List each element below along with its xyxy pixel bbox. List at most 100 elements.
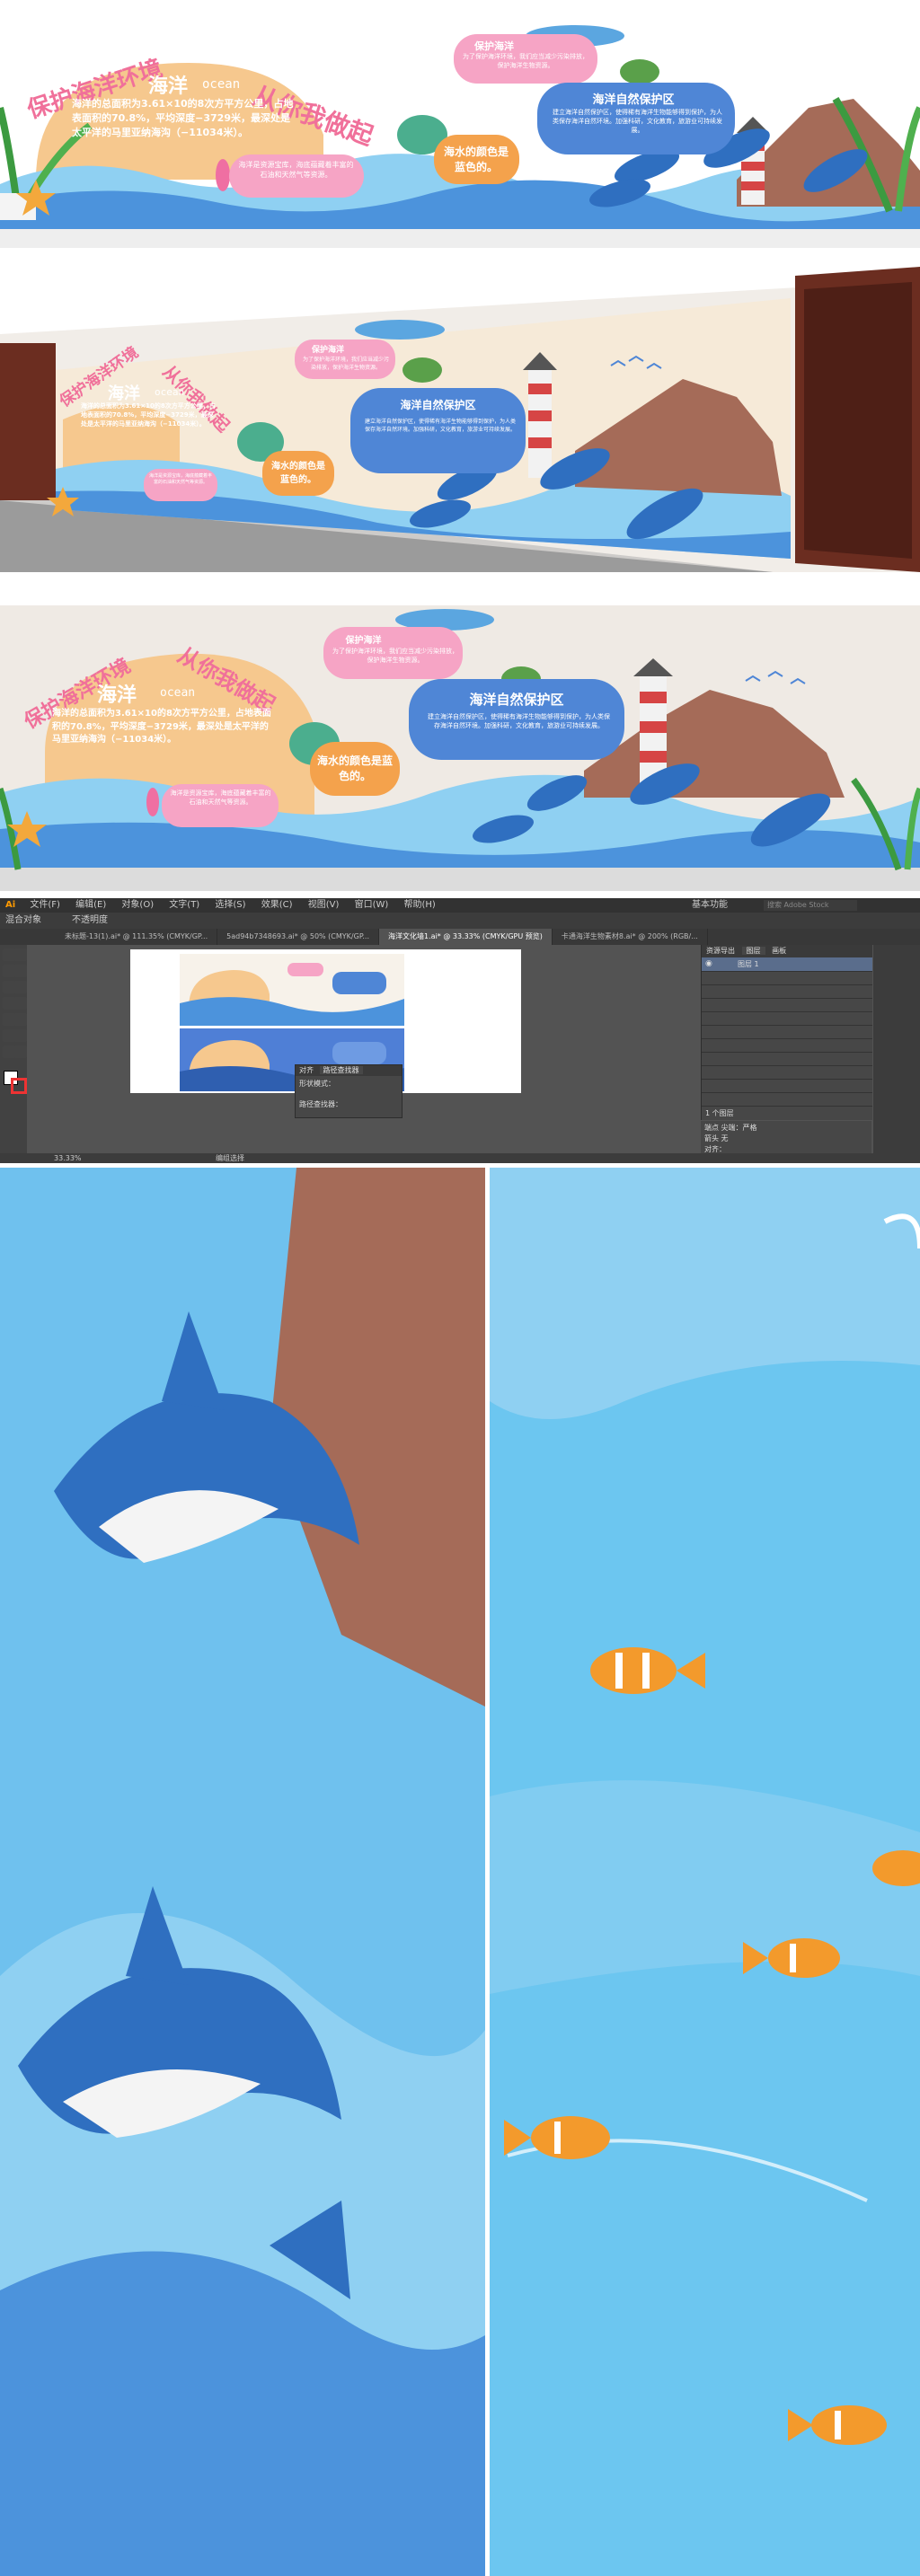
- sublayer-row[interactable]: [702, 1065, 872, 1080]
- tab-doc-2[interactable]: 5ad94b7348693.ai* @ 50% (CMYK/GP...: [217, 929, 380, 945]
- menu-help[interactable]: 帮助(H): [397, 898, 441, 913]
- tab-artboards[interactable]: 画板: [767, 947, 791, 955]
- corridor-protect-title: 保护海洋: [311, 346, 344, 355]
- tab-asset-export[interactable]: 资源导出: [702, 947, 739, 955]
- cap-value[interactable]: 尖端：严格: [721, 1124, 757, 1132]
- pathfinders-label: 路径查找器：: [299, 1100, 342, 1108]
- pathfinder-panel: 对齐 路径查找器 形状模式： 路径查找器：: [295, 1064, 402, 1118]
- sublayer-row[interactable]: [702, 998, 872, 1012]
- rectangle-tool-icon[interactable]: [3, 997, 15, 1010]
- corridor-color-text: 海水的颜色是蓝色的。: [271, 462, 325, 485]
- cap-label: 端点: [704, 1124, 719, 1132]
- eyedropper-tool-icon[interactable]: [3, 1029, 15, 1042]
- tab-layers[interactable]: 图层: [741, 947, 765, 955]
- pen-tool-icon[interactable]: [3, 965, 15, 977]
- arrow-label: 箭头: [704, 1134, 719, 1142]
- sublayer-row[interactable]: [702, 1025, 872, 1039]
- menu-view[interactable]: 视图(V): [302, 898, 346, 913]
- zoom-level[interactable]: 33.33%: [0, 1154, 82, 1162]
- sublayer-row[interactable]: [702, 1092, 872, 1107]
- curvature-tool-icon[interactable]: [14, 965, 27, 977]
- reserve-text: 建立海洋自然保护区，使得稀有海洋生物能够得到保护，为人类保存海洋自然环境。加强科…: [553, 109, 722, 134]
- menu-type[interactable]: 文字(T): [163, 898, 206, 913]
- sublayer-row[interactable]: [702, 1079, 872, 1093]
- corridor-seahorse-text: 海洋是资源宝库，海底蕴藏着丰富的石油和天然气等资源。: [148, 473, 212, 485]
- artboard-thumbnail-1: [180, 954, 404, 1026]
- layer-row[interactable]: ◉ 图层 1: [702, 957, 872, 972]
- tab-doc-4[interactable]: 卡通海洋生物素材8.ai* @ 200% (RGB/...: [553, 929, 708, 945]
- sublayer-row[interactable]: [702, 984, 872, 999]
- stroke-options: 端点 尖端：严格 箭头 无 对齐：: [701, 1121, 871, 1157]
- color-text: 海水的颜色是蓝色的。: [443, 146, 509, 173]
- gradient-tool-icon[interactable]: [14, 1029, 27, 1042]
- corridor-intro-text: 海洋的总面积为3.61×10的8次方平方公里，占地表面积的70.8%，平均深度−…: [81, 402, 216, 428]
- selection-type: 混合对象: [5, 915, 41, 925]
- line-tool-icon[interactable]: [14, 981, 27, 993]
- brush-tool-icon[interactable]: [14, 997, 27, 1010]
- menu-select[interactable]: 选择(S): [208, 898, 252, 913]
- fish-detail-crop: [490, 1168, 920, 2576]
- selection-tool-icon[interactable]: [3, 948, 15, 961]
- wall-ocean-heading: 海洋: [97, 684, 137, 707]
- layers-count: 1 个图层: [705, 1109, 734, 1117]
- menu-window[interactable]: 窗口(W): [349, 898, 395, 913]
- menu-file[interactable]: 文件(F): [23, 898, 66, 913]
- opacity-label[interactable]: 不透明度: [72, 913, 108, 929]
- layer-name[interactable]: 图层 1: [738, 959, 759, 969]
- arrow-value[interactable]: 无: [721, 1134, 729, 1142]
- tab-doc-1[interactable]: 未标题-13(1).ai* @ 111.35% (CMYK/GP...: [56, 929, 218, 945]
- wall-color-text: 海水的颜色是蓝色的。: [316, 754, 393, 782]
- document-tabs: 未标题-13(1).ai* @ 111.35% (CMYK/GP... 5ad94…: [0, 929, 920, 945]
- workspace-switcher[interactable]: 基本功能: [692, 898, 728, 913]
- reserve-title: 海洋自然保护区: [592, 93, 675, 107]
- stock-search[interactable]: 搜索 Adobe Stock: [764, 900, 857, 911]
- sublayer-row[interactable]: [702, 1011, 872, 1026]
- mural-corridor-panel: 保护海洋环境 从你我做起 海洋 ocean 海洋的总面积为3.61×10的8次方…: [0, 262, 920, 572]
- stroke-swatch[interactable]: [11, 1078, 27, 1094]
- tab-pathfinder[interactable]: 路径查找器: [319, 1066, 363, 1074]
- control-bar: 混合对象 不透明度: [0, 913, 920, 929]
- sublayer-row[interactable]: [702, 1038, 872, 1053]
- protect-title: 保护海洋: [474, 40, 514, 52]
- eye-icon[interactable]: ◉: [705, 959, 712, 968]
- ocean-heading: 海洋: [148, 75, 189, 98]
- tools-panel: [0, 945, 27, 1160]
- canvas-area[interactable]: 对齐 路径查找器 形状模式： 路径查找器：: [27, 945, 701, 1151]
- ocean-intro-text: 海洋的总面积为3.61×10的8次方平方公里，占地表面积的70.8%，平均深度−…: [72, 98, 294, 138]
- direct-selection-tool-icon[interactable]: [14, 948, 27, 961]
- tab-align[interactable]: 对齐: [296, 1066, 317, 1074]
- dolphin-detail-crop: [0, 1168, 485, 2576]
- menu-effect[interactable]: 效果(C): [255, 898, 299, 913]
- status-text: 编组选择: [216, 1154, 244, 1162]
- corridor-reserve-text: 建立海洋自然保护区，使得稀有海洋生物能够得到保护，为人类保存海洋自然环境。加强科…: [364, 419, 516, 433]
- wall-protect-text: 为了保护海洋环境，我们应当减少污染排放，保护海洋生物资源。: [332, 648, 458, 664]
- type-tool-icon[interactable]: [3, 981, 15, 993]
- zoom-tool-icon[interactable]: [14, 1045, 27, 1058]
- dolphin-detail-art: [0, 1168, 485, 2576]
- wall-ocean-en: ocean: [160, 686, 196, 700]
- protect-text: 为了保护海洋环境，我们应当减少污染排放，保护海洋生物资源。: [463, 53, 588, 69]
- mural-wall-panel: 保护海洋环境 从你我做起 海洋 ocean 海洋的总面积为3.61×10的8次方…: [0, 582, 920, 891]
- ai-logo: Ai: [5, 900, 16, 910]
- menu-object[interactable]: 对象(O): [115, 898, 160, 913]
- tab-doc-3[interactable]: 海洋文化墙1.ai* @ 33.33% (CMYK/GPU 预览): [379, 929, 553, 945]
- wall-protect-title: 保护海洋: [345, 636, 382, 646]
- wall-reserve-text: 建立海洋自然保护区，使得稀有海洋生物能够得到保护，为人类保存海洋自然环境。加强科…: [428, 713, 610, 729]
- menu-bar: Ai 文件(F) 编辑(E) 对象(O) 文字(T) 选择(S) 效果(C) 视…: [0, 898, 920, 913]
- sublayer-row[interactable]: [702, 971, 872, 985]
- corridor-reserve-title: 海洋自然保护区: [400, 399, 476, 411]
- wall-intro-text: 海洋的总面积为3.61×10的8次方平方公里，占地表面积的70.8%，平均深度−…: [52, 709, 271, 745]
- hand-tool-icon[interactable]: [3, 1045, 15, 1058]
- fish-detail-art: [490, 1168, 920, 2445]
- seahorse-text: 海洋是资源宝库，海底蕴藏着丰富的石油和天然气等资源。: [238, 161, 354, 179]
- detail-crops: [0, 1168, 920, 2576]
- sublayer-row[interactable]: [702, 1052, 872, 1066]
- scale-tool-icon[interactable]: [14, 1013, 27, 1026]
- mural-flat-panel: 保护海洋环境 从你我做起 海洋 ocean 海洋的总面积为3.61×10的8次方…: [0, 0, 920, 248]
- menu-edit[interactable]: 编辑(E): [69, 898, 112, 913]
- illustrator-window: Ai 文件(F) 编辑(E) 对象(O) 文字(T) 选择(S) 效果(C) 视…: [0, 898, 920, 1163]
- wall-reserve-title: 海洋自然保护区: [469, 692, 564, 708]
- rotate-tool-icon[interactable]: [3, 1013, 15, 1026]
- corridor-protect-text: 为了保护海洋环境，我们应当减少污染排放，保护海洋生物资源。: [302, 357, 389, 371]
- wall-seahorse-text: 海洋是资源宝库，海底蕴藏着丰富的石油和天然气等资源。: [170, 790, 271, 806]
